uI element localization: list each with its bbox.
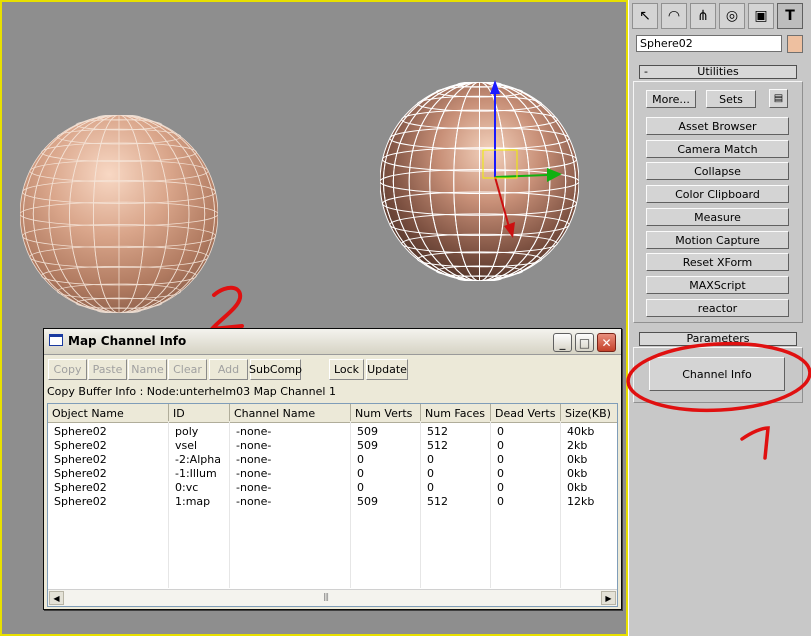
close-button[interactable]: ✕ [597,333,616,352]
channel-list-header: Object Name ID Channel Name Num Verts Nu… [48,404,617,423]
cell-dead-verts: 0 [497,467,504,480]
window-icon [49,334,63,346]
cell-num-faces: 512 [427,439,448,452]
column-object-name[interactable]: Object Name [48,404,169,421]
cell-dead-verts: 0 [497,481,504,494]
dialog-titlebar[interactable]: Map Channel Info _ □ ✕ [44,329,621,355]
table-row[interactable]: Sphere02 1:map -none- 509 512 0 12kb [48,495,617,509]
cell-object-name: Sphere02 [54,495,107,508]
channel-list[interactable]: Object Name ID Channel Name Num Verts Nu… [47,403,618,607]
close-icon: ✕ [601,335,612,350]
column-num-verts[interactable]: Num Verts [351,404,421,421]
column-size[interactable]: Size(KB) [561,404,617,421]
cell-channel-name: -none- [236,453,272,466]
cell-num-faces: 0 [427,481,434,494]
cell-id: -2:Alpha [175,453,221,466]
column-num-faces[interactable]: Num Faces [421,404,491,421]
copy-buffer-info: Copy Buffer Info : Node:unterhelm03 Map … [47,385,336,398]
maximize-icon: □ [578,335,591,350]
subcomp-button[interactable]: SubComp [249,359,302,380]
cell-size: 12kb [567,495,595,508]
cell-id: 1:map [175,495,211,508]
cell-id: 0:vc [175,481,199,494]
cell-num-verts: 509 [357,495,378,508]
table-row[interactable]: Sphere02 0:vc -none- 0 0 0 0kb [48,481,617,495]
arrow-left-icon: ◀ [53,593,60,603]
map-channel-info-dialog: Map Channel Info _ □ ✕ Copy Paste Name C… [43,328,622,610]
minimize-button[interactable]: _ [553,333,572,352]
lock-button[interactable]: Lock [329,359,364,380]
table-row[interactable]: Sphere02 vsel -none- 509 512 0 2kb [48,439,617,453]
cell-size: 40kb [567,425,595,438]
cell-channel-name: -none- [236,439,272,452]
cell-num-faces: 512 [427,495,448,508]
scroll-left-button[interactable]: ◀ [49,591,64,605]
cell-num-verts: 0 [357,481,364,494]
cell-num-verts: 0 [357,467,364,480]
update-button[interactable]: Update [366,359,408,380]
arrow-right-icon: ▶ [605,593,612,603]
dialog-title: Map Channel Info [68,334,187,348]
cell-num-verts: 509 [357,425,378,438]
table-row[interactable]: Sphere02 -1:Illum -none- 0 0 0 0kb [48,467,617,481]
table-row[interactable]: Sphere02 -2:Alpha -none- 0 0 0 0kb [48,453,617,467]
cell-channel-name: -none- [236,495,272,508]
cell-dead-verts: 0 [497,425,504,438]
column-id[interactable]: ID [169,404,230,421]
cell-object-name: Sphere02 [54,481,107,494]
cell-size: 2kb [567,439,588,452]
horizontal-scrollbar[interactable]: ◀ ||| ▶ [48,589,617,606]
paste-button[interactable]: Paste [88,359,127,380]
cell-id: poly [175,425,199,438]
cell-dead-verts: 0 [497,495,504,508]
cell-size: 0kb [567,467,588,480]
cell-num-verts: 509 [357,439,378,452]
cell-channel-name: -none- [236,425,272,438]
cell-size: 0kb [567,453,588,466]
cell-object-name: Sphere02 [54,453,107,466]
cell-num-verts: 0 [357,453,364,466]
name-button[interactable]: Name [128,359,167,380]
cell-num-faces: 512 [427,425,448,438]
cell-object-name: Sphere02 [54,425,107,438]
cell-dead-verts: 0 [497,439,504,452]
scroll-right-button[interactable]: ▶ [601,591,616,605]
cell-channel-name: -none- [236,481,272,494]
clear-button[interactable]: Clear [168,359,207,380]
table-row[interactable]: Sphere02 poly -none- 509 512 0 40kb [48,425,617,439]
cell-id: -1:Illum [175,467,217,480]
cell-num-faces: 0 [427,453,434,466]
scroll-grip[interactable]: ||| [323,592,329,601]
cell-dead-verts: 0 [497,453,504,466]
cell-size: 0kb [567,481,588,494]
copy-button[interactable]: Copy [48,359,87,380]
maximize-button[interactable]: □ [575,333,594,352]
cell-object-name: Sphere02 [54,467,107,480]
column-channel-name[interactable]: Channel Name [230,404,351,421]
cell-channel-name: -none- [236,467,272,480]
cell-num-faces: 0 [427,467,434,480]
minimize-icon: _ [559,335,566,350]
cell-object-name: Sphere02 [54,439,107,452]
cell-id: vsel [175,439,198,452]
column-dead-verts[interactable]: Dead Verts [491,404,561,421]
add-button[interactable]: Add [209,359,248,380]
